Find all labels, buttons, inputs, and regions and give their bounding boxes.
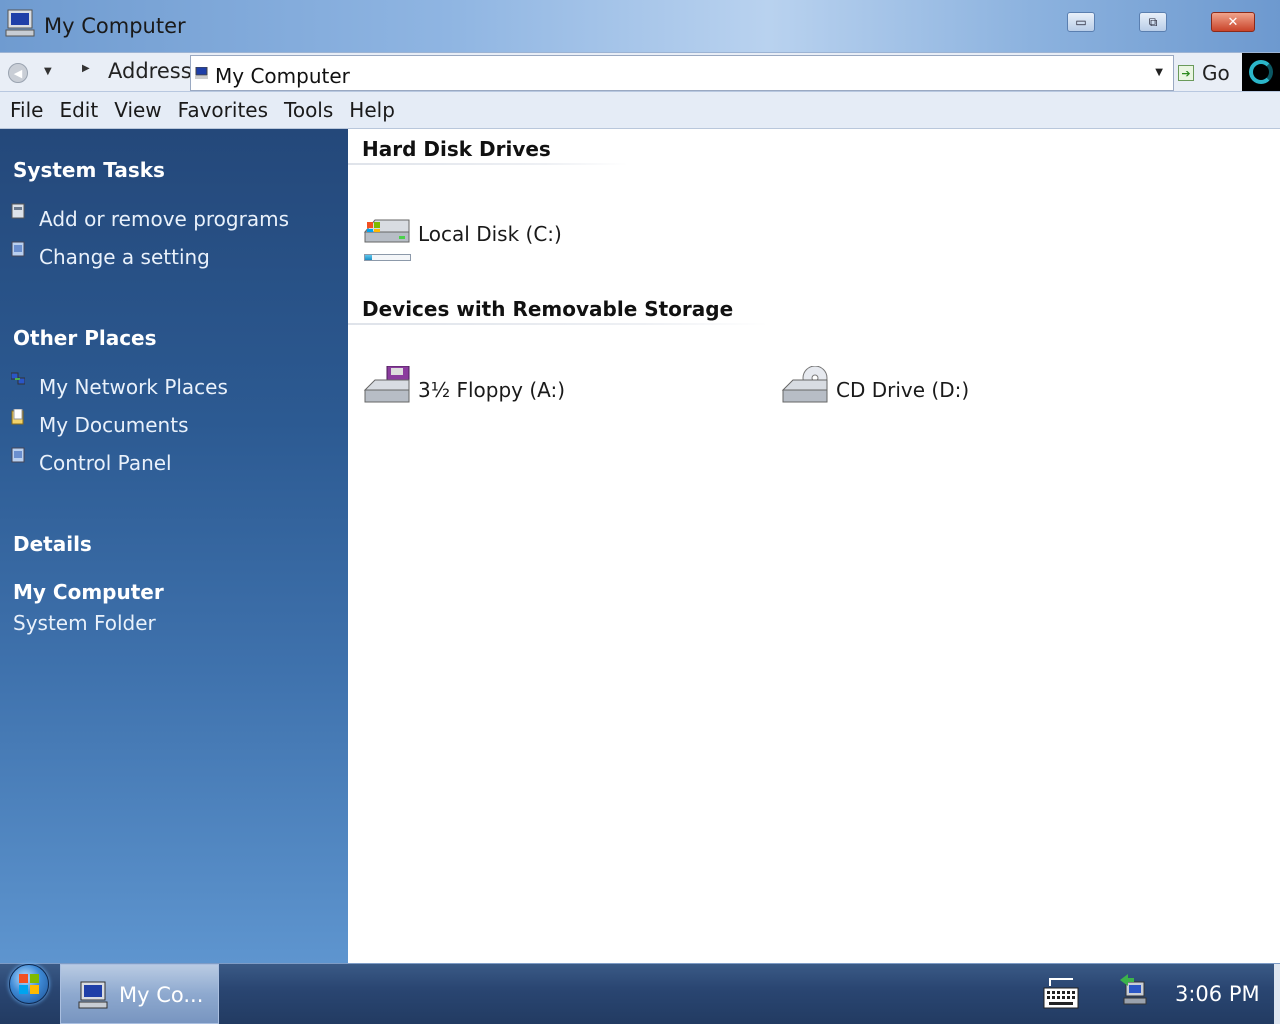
local-disk-label: Local Disk (C:) [418, 222, 562, 246]
close-button[interactable]: ✕ [1211, 12, 1255, 32]
menu-edit[interactable]: Edit [59, 98, 98, 122]
disk-usage-fill [365, 255, 372, 260]
group-divider [348, 163, 628, 165]
address-dropdown-icon[interactable]: ▼ [1155, 67, 1163, 78]
go-arrow-icon: ➔ [1178, 65, 1194, 81]
menu-view[interactable]: View [114, 98, 161, 122]
system-tasks-heading[interactable]: System Tasks [13, 158, 165, 182]
close-icon: ✕ [1227, 14, 1239, 30]
address-toolbar: ◀ ▼ ▶ Address My Computer ▼ ➔ Go [0, 52, 1280, 92]
menu-file[interactable]: File [10, 98, 43, 122]
control-panel-link[interactable]: Control Panel [39, 451, 172, 475]
start-button[interactable] [9, 964, 49, 1004]
add-remove-programs-link[interactable]: Add or remove programs [39, 207, 289, 231]
menu-tools[interactable]: Tools [284, 98, 333, 122]
cd-drive-label: CD Drive (D:) [836, 378, 970, 402]
back-button[interactable]: ◀ [8, 63, 28, 83]
taskbar-my-computer-button[interactable]: My Co... [60, 964, 219, 1024]
cd-drive-icon [781, 366, 828, 403]
floppy-drive-icon [363, 366, 410, 403]
taskbar: My Co... 3:06 PM [0, 963, 1280, 1024]
taskbar-button-label: My Co... [119, 983, 204, 1007]
details-name: My Computer [13, 580, 164, 604]
clock[interactable]: 3:06 PM [1175, 982, 1260, 1006]
disk-usage-bar [364, 254, 411, 261]
show-desktop-edge[interactable] [1274, 964, 1280, 1024]
restore-icon: ⧉ [1148, 15, 1158, 29]
change-setting-icon [11, 241, 25, 257]
other-places-heading[interactable]: Other Places [13, 326, 157, 350]
menu-bar: File Edit View Favorites Tools Help [0, 92, 1280, 129]
my-computer-small-icon [195, 67, 208, 79]
go-button[interactable]: ➔ Go [1178, 59, 1230, 87]
my-network-places-link[interactable]: My Network Places [39, 375, 228, 399]
my-documents-link[interactable]: My Documents [39, 413, 188, 437]
minimize-icon: ▭ [1075, 15, 1087, 29]
hard-disk-icon [363, 219, 410, 243]
history-dropdown-icon[interactable]: ▼ [44, 66, 52, 77]
removable-storage-heading: Devices with Removable Storage [362, 297, 734, 321]
address-value: My Computer [215, 64, 350, 88]
add-remove-programs-icon [11, 203, 25, 219]
details-type: System Folder [13, 611, 156, 635]
my-computer-icon [5, 9, 35, 37]
address-label: Address [108, 59, 192, 83]
restore-button[interactable]: ⧉ [1139, 12, 1167, 32]
group-divider [348, 323, 768, 325]
my-computer-icon [78, 981, 108, 1009]
task-pane: System Tasks Add or remove programs Chan… [0, 129, 348, 963]
title-bar[interactable]: My Computer ▭ ⧉ ✕ [0, 0, 1280, 52]
floppy-drive-label: 3½ Floppy (A:) [418, 378, 566, 402]
hard-disk-drives-heading: Hard Disk Drives [362, 137, 551, 161]
details-heading[interactable]: Details [13, 532, 92, 556]
my-documents-icon [11, 409, 24, 425]
window-title: My Computer [44, 14, 186, 38]
keyboard-icon[interactable] [1043, 978, 1079, 1010]
address-field[interactable]: My Computer ▼ [190, 55, 1174, 91]
minimize-button[interactable]: ▭ [1067, 12, 1095, 32]
back-arrow-icon: ◀ [13, 66, 23, 80]
change-setting-link[interactable]: Change a setting [39, 245, 210, 269]
content-area: Hard Disk Drives Local Disk (C:) Devices… [348, 129, 1280, 963]
control-panel-icon [11, 447, 25, 463]
throbber-icon [1242, 53, 1280, 91]
menu-help[interactable]: Help [349, 98, 395, 122]
go-label: Go [1202, 61, 1230, 85]
windows-logo-icon [19, 974, 39, 994]
menu-favorites[interactable]: Favorites [178, 98, 268, 122]
network-places-icon [11, 372, 25, 385]
forward-icon[interactable]: ▶ [82, 63, 90, 74]
network-status-icon[interactable] [1118, 974, 1152, 1010]
